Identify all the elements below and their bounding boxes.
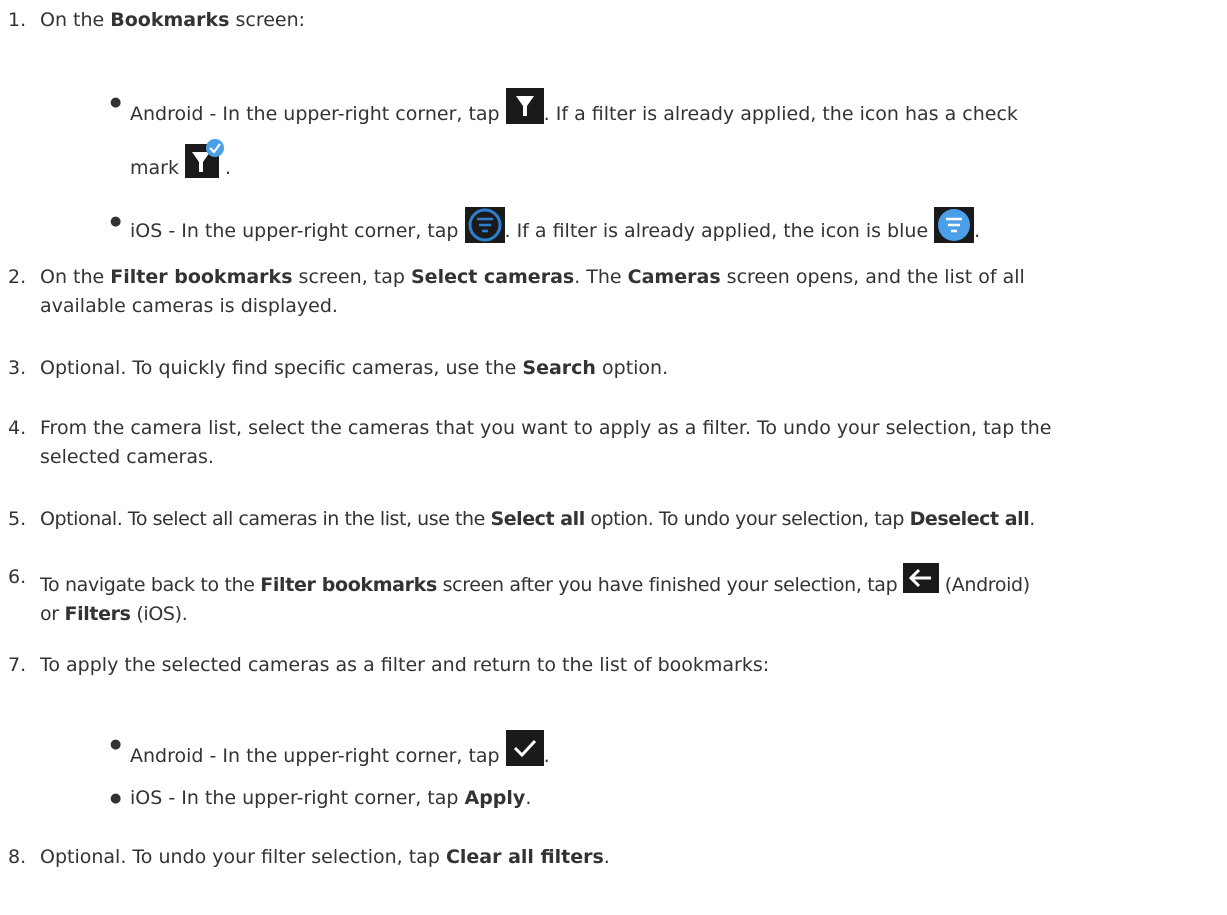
step-text: On the Filter bookmarks screen, tap Sele… (40, 266, 1025, 317)
step-number: 8. (8, 846, 27, 868)
step-number: 5. (8, 508, 27, 530)
step-text: From the camera list, select the cameras… (40, 417, 1052, 468)
step-text: Optional. To select all cameras in the l… (40, 508, 1035, 530)
step-number: 3. (8, 357, 27, 379)
bullet-dot: ● (110, 95, 122, 110)
filter-lines-icon (464, 207, 505, 243)
step-number: 6. (8, 566, 27, 588)
filter-lines-blue-icon (934, 207, 975, 243)
step-number: 2. (8, 266, 27, 288)
step-text: Optional. To undo your filter selection,… (40, 846, 610, 868)
checkmark-icon (505, 730, 544, 766)
step-number: 7. (8, 654, 27, 676)
filter-funnel-icon (505, 88, 544, 124)
bullet-dot: ● (110, 791, 122, 806)
step-number: 4. (8, 417, 27, 439)
filter-funnel-check-icon (185, 138, 225, 178)
step-text: To navigate back to the Filter bookmarks… (40, 563, 1221, 629)
step-number: 1. (8, 9, 27, 31)
back-arrow-icon (903, 563, 939, 593)
bullet-dot: ● (110, 214, 122, 229)
document-page: 1. On the Bookmarks screen: ● Android - … (0, 0, 1227, 915)
bullet-dot: ● (110, 737, 122, 752)
step-text: To apply the selected cameras as a filte… (40, 654, 770, 676)
step-text: On the Bookmarks screen: (40, 9, 306, 31)
step-text: Optional. To quickly find specific camer… (40, 357, 669, 379)
